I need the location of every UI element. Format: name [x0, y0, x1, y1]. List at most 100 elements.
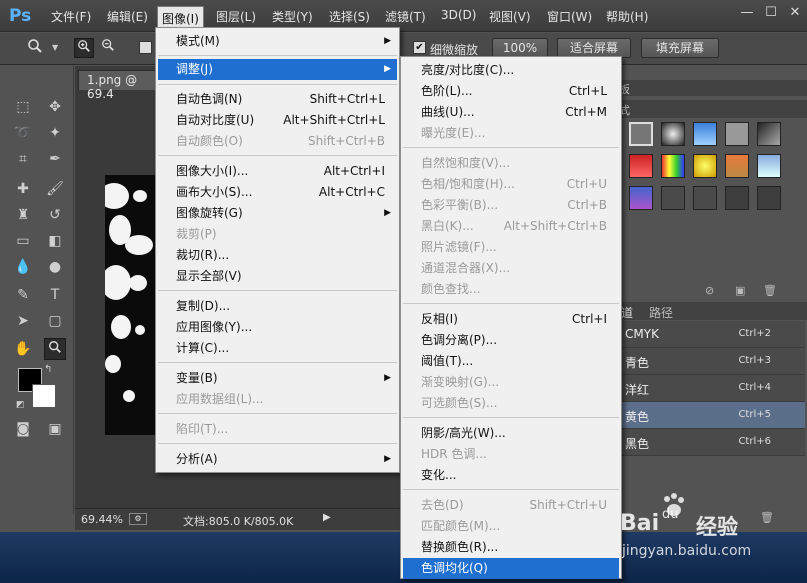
- menu-item-channel-mixer[interactable]: 通道混合器(X)...: [403, 258, 619, 279]
- menu-item-variations[interactable]: 变化...: [403, 465, 619, 486]
- zoom-tool-preset-icon[interactable]: [24, 38, 46, 60]
- menu-item-desaturate[interactable]: 去色(D) Shift+Ctrl+U: [403, 495, 619, 516]
- menu-item-exposure[interactable]: 曝光度(E)...: [403, 123, 619, 144]
- menu-type[interactable]: 类型(Y): [272, 8, 313, 25]
- menu-filter[interactable]: 滤镜(T): [385, 8, 426, 25]
- channel-row[interactable]: 青色 Ctrl+3: [617, 348, 805, 375]
- dodge-tool-icon[interactable]: ●: [44, 256, 66, 278]
- style-swatch[interactable]: [661, 186, 685, 210]
- style-swatch[interactable]: [629, 154, 653, 178]
- menu-item-color-balance[interactable]: 色彩平衡(B)... Ctrl+B: [403, 195, 619, 216]
- close-icon[interactable]: ✕: [786, 6, 804, 20]
- channels-tab[interactable]: 道: [621, 304, 633, 321]
- style-swatch[interactable]: [757, 122, 781, 146]
- hand-tool-icon[interactable]: ✋: [12, 338, 34, 360]
- menu-item-levels[interactable]: 色阶(L)... Ctrl+L: [403, 81, 619, 102]
- minimize-icon[interactable]: —: [738, 6, 756, 20]
- fit-screen-button[interactable]: 适合屏幕: [557, 38, 631, 58]
- menu-help[interactable]: 帮助(H): [606, 8, 648, 25]
- menu-item-brightness-contrast[interactable]: 亮度/对比度(C)...: [403, 60, 619, 81]
- trash-icon[interactable]: 🗑: [763, 284, 777, 297]
- menu-item-posterize[interactable]: 色调分离(P)...: [403, 330, 619, 351]
- swap-colors-icon[interactable]: ↰: [44, 364, 52, 375]
- brush-tool-icon[interactable]: 🖌: [44, 178, 66, 200]
- menu-item-invert[interactable]: 反相(I) Ctrl+I: [403, 309, 619, 330]
- clone-stamp-tool-icon[interactable]: ♜: [12, 204, 34, 226]
- rectangle-tool-icon[interactable]: ▢: [44, 310, 66, 332]
- style-swatch[interactable]: [725, 122, 749, 146]
- magic-wand-tool-icon[interactable]: ✦: [44, 122, 66, 144]
- channel-row[interactable]: 洋红 Ctrl+4: [617, 375, 805, 402]
- eraser-tool-icon[interactable]: ▭: [12, 230, 34, 252]
- zoom-tool-icon[interactable]: [44, 338, 66, 360]
- menu-window[interactable]: 窗口(W): [547, 8, 592, 25]
- style-swatch[interactable]: [693, 154, 717, 178]
- path-selection-tool-icon[interactable]: ➤: [12, 310, 34, 332]
- zoom-level[interactable]: 69.44%: [81, 513, 123, 526]
- menu-item-gradient-map[interactable]: 渐变映射(G)...: [403, 372, 619, 393]
- new-style-icon[interactable]: ▣: [735, 284, 745, 297]
- style-swatch[interactable]: [725, 186, 749, 210]
- menu-item-black-white[interactable]: 黑白(K)... Alt+Shift+Ctrl+B: [403, 216, 619, 237]
- channel-row[interactable]: 黑色 Ctrl+6: [617, 429, 805, 456]
- menu-item-match-color[interactable]: 匹配颜色(M)...: [403, 516, 619, 537]
- menu-item-trap[interactable]: 陷印(T)...: [158, 419, 397, 440]
- move-tool-icon[interactable]: ✥: [44, 96, 66, 118]
- chevron-down-icon[interactable]: ▼: [52, 43, 58, 52]
- style-swatch[interactable]: [757, 186, 781, 210]
- menu-item-curves[interactable]: 曲线(U)... Ctrl+M: [403, 102, 619, 123]
- default-colors-icon[interactable]: ◩: [16, 400, 25, 410]
- menu-item-threshold[interactable]: 阈值(T)...: [403, 351, 619, 372]
- menu-item-replace-color[interactable]: 替换颜色(R)...: [403, 537, 619, 558]
- menu-item-auto-tone[interactable]: 自动色调(N) Shift+Ctrl+L: [158, 89, 397, 110]
- gradient-tool-icon[interactable]: ◧: [44, 230, 66, 252]
- maximize-icon[interactable]: ☐: [762, 6, 780, 20]
- menu-3d[interactable]: 3D(D): [441, 8, 476, 22]
- style-swatch[interactable]: [725, 154, 749, 178]
- menu-item-image-size[interactable]: 图像大小(I)... Alt+Ctrl+I: [158, 161, 397, 182]
- clear-style-icon[interactable]: ⊘: [705, 284, 714, 297]
- pen-tool-icon[interactable]: ✎: [12, 284, 34, 306]
- menu-item-canvas-size[interactable]: 画布大小(S)... Alt+Ctrl+C: [158, 182, 397, 203]
- menu-item-variables[interactable]: 变量(B) ▶: [158, 368, 397, 389]
- menu-item-crop[interactable]: 裁剪(P): [158, 224, 397, 245]
- menu-item-calculations[interactable]: 计算(C)...: [158, 338, 397, 359]
- channel-row-selected[interactable]: 黄色 Ctrl+5: [617, 402, 805, 429]
- crop-tool-icon[interactable]: ⌗: [12, 148, 34, 170]
- eyedropper-tool-icon[interactable]: ✒: [44, 148, 66, 170]
- menu-item-apply-data-set[interactable]: 应用数据组(L)...: [158, 389, 397, 410]
- menu-layer[interactable]: 图层(L): [216, 8, 256, 25]
- menu-item-hue-saturation[interactable]: 色相/饱和度(H)... Ctrl+U: [403, 174, 619, 195]
- menu-item-color-lookup[interactable]: 颜色查找...: [403, 279, 619, 300]
- history-brush-tool-icon[interactable]: ↺: [44, 204, 66, 226]
- background-color-swatch[interactable]: [32, 384, 56, 408]
- zoom-in-icon[interactable]: [74, 38, 94, 58]
- quick-mask-icon[interactable]: ◙: [12, 418, 34, 440]
- menu-item-vibrance[interactable]: 自然饱和度(V)...: [403, 153, 619, 174]
- marquee-tool-icon[interactable]: ⬚: [12, 96, 34, 118]
- healing-brush-tool-icon[interactable]: ✚: [12, 178, 34, 200]
- menu-item-mode[interactable]: 模式(M) ▶: [158, 31, 397, 52]
- zoom-100-button[interactable]: 100%: [492, 38, 548, 58]
- menu-file[interactable]: 文件(F): [51, 8, 91, 25]
- status-arrow-icon[interactable]: ▶: [323, 512, 331, 523]
- scrubby-zoom-checkbox[interactable]: ✔: [413, 41, 426, 54]
- zoom-out-icon[interactable]: [98, 38, 118, 58]
- blur-tool-icon[interactable]: 💧: [12, 256, 34, 278]
- menu-item-trim[interactable]: 裁切(R)...: [158, 245, 397, 266]
- resize-windows-checkbox[interactable]: [139, 41, 152, 54]
- menu-image[interactable]: 图像(I): [157, 6, 204, 28]
- menu-edit[interactable]: 编辑(E): [107, 8, 148, 25]
- menu-item-photo-filter[interactable]: 照片滤镜(F)...: [403, 237, 619, 258]
- menu-item-image-rotation[interactable]: 图像旋转(G) ▶: [158, 203, 397, 224]
- screen-mode-icon[interactable]: ▣: [44, 418, 66, 440]
- style-swatch[interactable]: [693, 122, 717, 146]
- style-swatch[interactable]: [629, 186, 653, 210]
- menu-item-analysis[interactable]: 分析(A) ▶: [158, 449, 397, 470]
- style-swatch[interactable]: [661, 154, 685, 178]
- fill-screen-button[interactable]: 填充屏幕: [641, 38, 719, 58]
- style-swatch[interactable]: [693, 186, 717, 210]
- menu-item-selective-color[interactable]: 可选颜色(S)...: [403, 393, 619, 414]
- style-swatch[interactable]: [757, 154, 781, 178]
- menu-item-auto-contrast[interactable]: 自动对比度(U) Alt+Shift+Ctrl+L: [158, 110, 397, 131]
